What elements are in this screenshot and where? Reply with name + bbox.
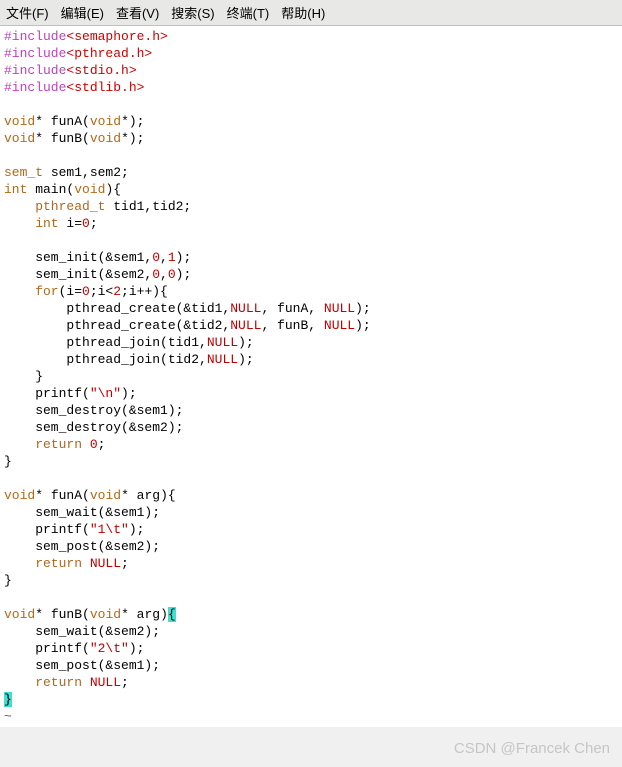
line: }: [4, 573, 12, 588]
menu-bar: 文件(F) 编辑(E) 查看(V) 搜索(S) 终端(T) 帮助(H): [0, 0, 622, 26]
blank-line: [4, 471, 12, 486]
menu-search[interactable]: 搜索(S): [171, 3, 214, 22]
line: pthread_create(&tid2,NULL, funB, NULL);: [4, 318, 371, 333]
line: #include<stdlib.h>: [4, 80, 144, 95]
watermark: CSDN @Francek Chen: [454, 740, 610, 757]
line: return NULL;: [4, 675, 129, 690]
line: #include<pthread.h>: [4, 46, 152, 61]
blank-line: [4, 233, 12, 248]
blank-line: [4, 590, 12, 605]
line: return 0;: [4, 437, 105, 452]
matching-brace-highlight: {: [168, 607, 176, 622]
line: sem_wait(&sem2);: [4, 624, 160, 639]
line: pthread_join(tid1,NULL);: [4, 335, 254, 350]
menu-file[interactable]: 文件(F): [6, 3, 49, 22]
line: sem_wait(&sem1);: [4, 505, 160, 520]
line: #include<semaphore.h>: [4, 29, 168, 44]
line: for(i=0;i<2;i++){: [4, 284, 168, 299]
line: sem_init(&sem1,0,1);: [4, 250, 191, 265]
line: int i=0;: [4, 216, 98, 231]
line: int main(void){: [4, 182, 121, 197]
line: pthread_create(&tid1,NULL, funA, NULL);: [4, 301, 371, 316]
line: printf("2\t");: [4, 641, 144, 656]
line: pthread_t tid1,tid2;: [4, 199, 191, 214]
line: sem_t sem1,sem2;: [4, 165, 129, 180]
line: sem_post(&sem1);: [4, 658, 160, 673]
cursor-position: }: [4, 692, 12, 707]
line: printf("\n");: [4, 386, 137, 401]
line: void* funB(void* arg){: [4, 607, 176, 622]
line: sem_init(&sem2,0,0);: [4, 267, 191, 282]
line: }: [4, 692, 12, 707]
code-editor[interactable]: #include<semaphore.h> #include<pthread.h…: [0, 26, 622, 727]
line: #include<stdio.h>: [4, 63, 137, 78]
blank-line: [4, 148, 12, 163]
menu-edit[interactable]: 编辑(E): [61, 3, 104, 22]
line: void* funA(void* arg){: [4, 488, 176, 503]
line: printf("1\t");: [4, 522, 144, 537]
menu-view[interactable]: 查看(V): [116, 3, 159, 22]
empty-line-tilde: ~: [4, 709, 12, 724]
line: sem_destroy(&sem2);: [4, 420, 183, 435]
line: sem_post(&sem2);: [4, 539, 160, 554]
blank-line: [4, 97, 12, 112]
line: pthread_join(tid2,NULL);: [4, 352, 254, 367]
line: }: [4, 454, 12, 469]
line: void* funB(void*);: [4, 131, 144, 146]
line: sem_destroy(&sem1);: [4, 403, 183, 418]
menu-help[interactable]: 帮助(H): [281, 3, 325, 22]
line: return NULL;: [4, 556, 129, 571]
line: void* funA(void*);: [4, 114, 144, 129]
line: }: [4, 369, 43, 384]
menu-terminal[interactable]: 终端(T): [227, 3, 270, 22]
